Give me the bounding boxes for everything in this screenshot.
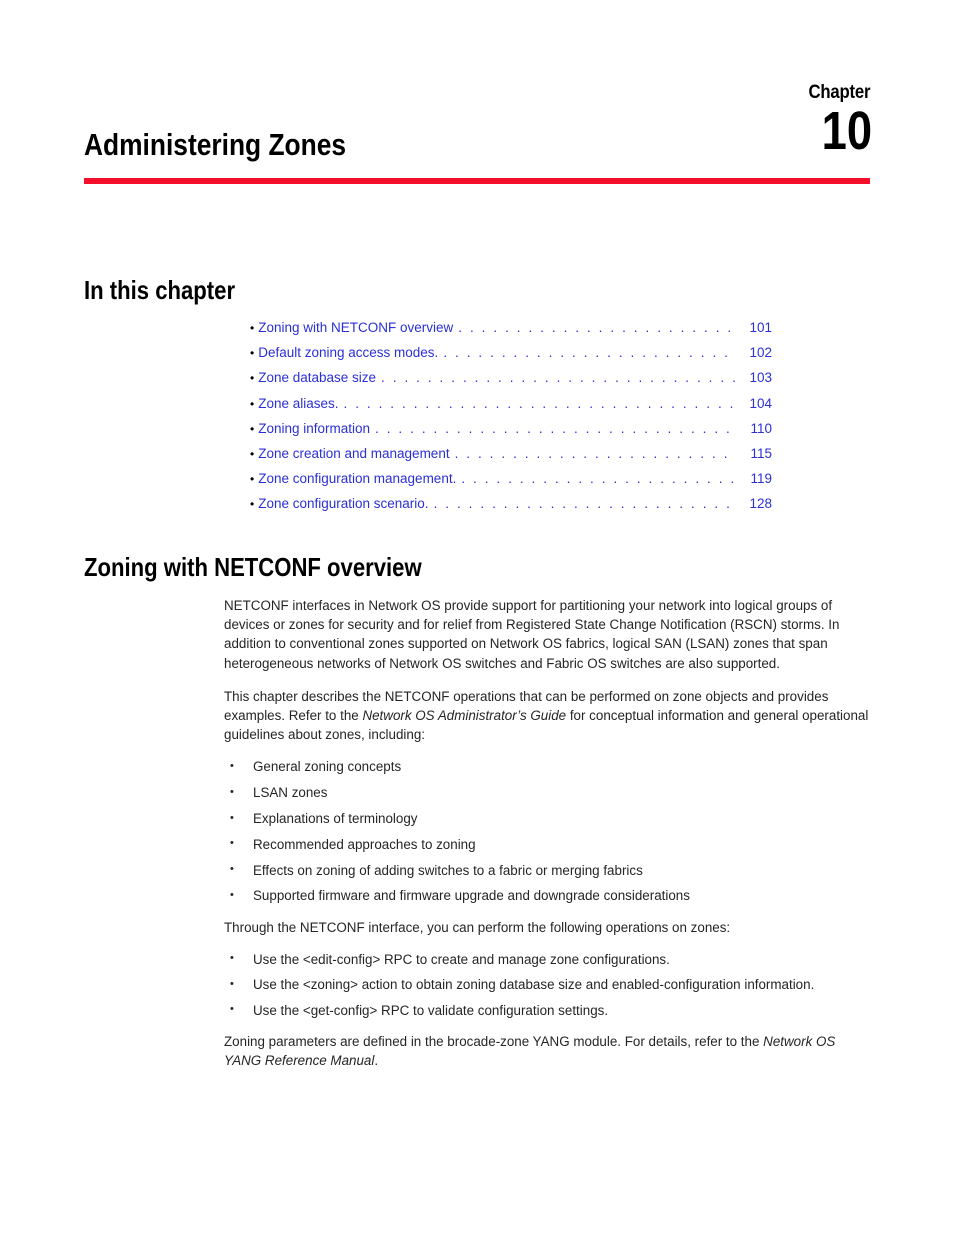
operations-list: Use the <edit-config> RPC to create and … — [224, 949, 870, 1020]
toc-page-number: 110 — [750, 420, 772, 436]
bullet-icon: • — [250, 421, 255, 436]
toc-page-number: 103 — [749, 370, 772, 386]
toc-page-number: 104 — [749, 395, 772, 411]
toc-leader-dots: . . . . . . . . . . . . . . . . . . . . … — [375, 420, 735, 436]
toc-entry[interactable]: • Zone configuration management. . . . .… — [250, 471, 772, 496]
paragraph-chapter-describes: This chapter describes the NETCONF opera… — [224, 687, 870, 745]
toc-entry-title: Zone database size — [258, 370, 377, 386]
list-item: Use the <edit-config> RPC to create and … — [224, 949, 870, 969]
chapter-number: 10 — [821, 101, 872, 161]
paragraph-text-lead: Zoning parameters are defined in the bro… — [224, 1033, 764, 1049]
toc-leader-dots: . . . . . . . . . . . . . . . . . . . . … — [433, 496, 735, 512]
table-of-contents: • Zoning with NETCONF overview . . . . .… — [250, 320, 772, 522]
bullet-icon: • — [250, 396, 255, 411]
paragraph-overview: NETCONF interfaces in Network OS provide… — [224, 598, 840, 671]
toc-page-number: 128 — [749, 496, 772, 512]
toc-leader-dots: . . . . . . . . . . . . . . . . . . . . … — [461, 471, 735, 487]
toc-entry-title: Zone configuration scenario. — [258, 496, 429, 512]
toc-entry[interactable]: • Zone creation and management . . . . .… — [250, 446, 772, 471]
toc-entry-title: Zone configuration management. — [258, 471, 457, 487]
section-heading-zoning-with-netconf-overview: Zoning with NETCONF overview — [84, 552, 422, 582]
section-body: NETCONF interfaces in Network OS provide… — [224, 596, 870, 1084]
toc-entry-title: Zone creation and management — [258, 445, 450, 461]
list-item: Explanations of terminology — [224, 809, 870, 828]
list-item: Use the <get-config> RPC to validate con… — [224, 1000, 870, 1020]
list-item: General zoning concepts — [224, 757, 870, 776]
toc-leader-dots: . . . . . . . . . . . . . . . . . . . . … — [343, 395, 736, 411]
bullet-icon: • — [250, 371, 255, 386]
toc-leader-dots: . . . . . . . . . . . . . . . . . . . . … — [381, 370, 735, 386]
toc-entry-title: Zone aliases. — [258, 395, 339, 411]
paragraph-through-netconf: Through the NETCONF interface, you can p… — [224, 919, 731, 935]
bullet-icon: • — [250, 346, 255, 361]
list-item: Supported firmware and firmware upgrade … — [224, 886, 870, 905]
toc-entry-title: Default zoning access modes. — [258, 345, 439, 361]
paragraph-text-tail: . — [374, 1053, 379, 1068]
bullet-icon: • — [250, 497, 255, 512]
toc-entry[interactable]: • Zone database size . . . . . . . . . .… — [250, 370, 772, 395]
book-title-administrators-guide: Network OS Administrator’s Guide — [362, 708, 567, 724]
chapter-divider-rule — [84, 178, 870, 184]
concepts-list: General zoning concepts LSAN zones Expla… — [224, 757, 870, 905]
toc-entry[interactable]: • Zone configuration scenario. . . . . .… — [250, 496, 772, 521]
chapter-title: Administering Zones — [84, 127, 347, 162]
toc-page-number: 101 — [749, 320, 772, 335]
toc-entry-title: Zoning information — [258, 420, 371, 436]
document-page: Chapter 10 Administering Zones In this c… — [0, 0, 954, 1235]
toc-entry[interactable]: • Zoning with NETCONF overview . . . . .… — [250, 320, 772, 345]
bullet-icon: • — [250, 321, 255, 335]
toc-leader-dots: . . . . . . . . . . . . . . . . . . . . … — [443, 345, 735, 361]
toc-entry[interactable]: • Zone aliases. . . . . . . . . . . . . … — [250, 396, 772, 421]
list-item: Recommended approaches to zoning — [224, 834, 870, 854]
bullet-icon: • — [250, 472, 255, 487]
toc-page-number: 119 — [750, 471, 772, 487]
paragraph-zoning-parameters: Zoning parameters are defined in the bro… — [224, 1032, 870, 1070]
toc-leader-dots: . . . . . . . . . . . . . . . . . . . . … — [454, 445, 735, 461]
toc-page-number: 115 — [750, 445, 772, 461]
toc-entry-title: Zoning with NETCONF overview — [258, 320, 454, 335]
in-this-chapter-heading: In this chapter — [84, 275, 236, 305]
bullet-icon: • — [250, 446, 255, 461]
toc-leader-dots: . . . . . . . . . . . . . . . . . . . . … — [458, 320, 735, 335]
list-item: Use the <zoning> action to obtain zoning… — [224, 975, 870, 994]
toc-entry[interactable]: • Default zoning access modes. . . . . .… — [250, 345, 772, 370]
list-item: LSAN zones — [224, 783, 870, 802]
toc-entry[interactable]: • Zoning information . . . . . . . . . .… — [250, 421, 772, 446]
toc-page-number: 102 — [749, 345, 772, 361]
list-item: Effects on zoning of adding switches to … — [224, 860, 870, 880]
